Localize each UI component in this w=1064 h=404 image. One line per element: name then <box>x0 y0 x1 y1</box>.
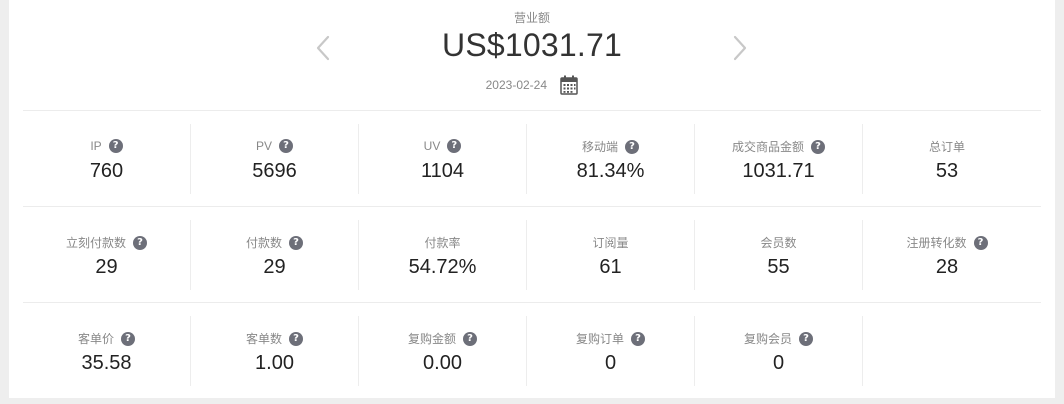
metric-1-4: 移动端? 81.34% <box>527 124 695 194</box>
help-icon[interactable]: ? <box>631 331 645 346</box>
metric-label-row: 移动端? <box>527 138 694 155</box>
metric-1-3: UV? 1104 <box>359 124 527 194</box>
metric-value: 53 <box>935 160 959 182</box>
metric-1-1: IP? 760 <box>23 124 191 194</box>
metric-label: 复购会员 <box>743 332 792 346</box>
metric-label: 成交商品金额 <box>731 140 804 154</box>
metric-value: 1.00 <box>255 352 294 374</box>
help-icon[interactable]: ? <box>811 139 825 154</box>
metric-value: 29 <box>95 256 118 278</box>
metrics-row-3: 客单价? 35.58 客单数? 1.00 复购金额? 0.00 复购订单? 0 复购会员? 0 <box>23 316 1041 386</box>
empty-cell <box>863 316 1031 386</box>
metric-3-5: 复购会员? 0 <box>695 316 863 386</box>
metric-label: 客单数 <box>245 332 282 346</box>
divider <box>23 110 1041 111</box>
metric-label-row: 复购订单? <box>527 330 694 347</box>
metric-label: 付款率 <box>424 236 461 250</box>
metric-2-1: 立刻付款数? 29 <box>23 220 191 290</box>
revenue-label: 营业额 <box>513 11 550 25</box>
metric-label: 移动端 <box>581 140 618 154</box>
metric-value: 28 <box>935 256 959 278</box>
metric-value: 81.34% <box>576 160 645 182</box>
metric-label: 客单价 <box>77 332 114 346</box>
help-icon[interactable]: ? <box>463 331 477 346</box>
help-icon[interactable]: ? <box>799 331 813 346</box>
metric-label-row: 总订单 <box>863 138 1031 155</box>
help-icon[interactable]: ? <box>279 138 293 153</box>
metric-2-3: 付款率 54.72% <box>359 220 527 290</box>
metric-label-row: 付款数? <box>191 234 358 251</box>
metric-label: PV <box>255 138 272 153</box>
metric-value: 0 <box>604 352 617 374</box>
metric-3-1: 客单价? 35.58 <box>23 316 191 386</box>
metric-label-row: 注册转化数? <box>863 234 1031 251</box>
metric-label-row: 订阅量 <box>527 234 694 251</box>
chevron-right-icon[interactable] <box>731 34 749 62</box>
help-icon[interactable]: ? <box>133 235 147 250</box>
help-icon[interactable]: ? <box>625 139 639 154</box>
metric-value: 1104 <box>420 160 464 182</box>
metrics-row-2: 立刻付款数? 29 付款数? 29 付款率 54.72% 订阅量 61 会员数 55 注册转化数? 2… <box>23 220 1041 290</box>
help-icon[interactable]: ? <box>973 235 988 250</box>
metric-1-6: 总订单 53 <box>863 124 1031 194</box>
metric-label: 复购订单 <box>575 332 624 346</box>
calendar-icon[interactable] <box>560 75 579 95</box>
metric-value: 35.58 <box>81 352 132 374</box>
metric-value: 55 <box>767 256 790 278</box>
metric-label: 订阅量 <box>592 236 629 250</box>
metric-label: IP <box>90 138 102 153</box>
metric-3-3: 复购金额? 0.00 <box>359 316 527 386</box>
metric-2-2: 付款数? 29 <box>191 220 359 290</box>
help-icon[interactable]: ? <box>108 138 123 153</box>
selected-date: 2023-02-24 <box>485 78 548 92</box>
metrics-row-1: IP? 760 PV? 5696 UV? 1104 移动端? 81.34% 成交商品金额? 103… <box>23 124 1041 194</box>
metric-3-2: 客单数? 1.00 <box>191 316 359 386</box>
metric-2-6: 注册转化数? 28 <box>863 220 1031 290</box>
metric-label-row: 会员数 <box>695 234 862 251</box>
metric-value: 5696 <box>252 160 297 182</box>
revenue-amount: US$1031.71 <box>442 27 622 63</box>
metric-value: 760 <box>89 160 124 182</box>
metric-label-row: IP? <box>23 138 190 153</box>
metric-label-row: 立刻付款数? <box>23 234 190 251</box>
metric-label-row: 付款率 <box>359 234 526 251</box>
metric-label: 总订单 <box>928 140 965 154</box>
metric-label-row: PV? <box>191 138 358 153</box>
metric-1-5: 成交商品金额? 1031.71 <box>695 124 863 194</box>
stats-card: 营业额 US$1031.71 2023-02-24 IP ? 760 PV ? … <box>9 0 1055 398</box>
metric-3-4: 复购订单? 0 <box>527 316 695 386</box>
metric-label-row: 成交商品金额? <box>695 138 862 155</box>
metric-2-4: 订阅量 61 <box>527 220 695 290</box>
metric-label-row: UV? <box>359 138 526 153</box>
metric-label: UV <box>423 138 441 153</box>
help-icon[interactable]: ? <box>289 235 303 250</box>
divider <box>23 302 1041 303</box>
metric-label-row: 客单价? <box>23 330 190 347</box>
metric-label: 付款数 <box>245 236 282 250</box>
metric-value: 54.72% <box>408 256 477 278</box>
metric-label: 注册转化数 <box>906 236 967 250</box>
metric-value: 29 <box>263 256 286 278</box>
date-row: 2023-02-24 <box>9 75 1055 95</box>
metric-label-row: 复购会员? <box>695 330 862 347</box>
help-icon[interactable]: ? <box>447 138 462 153</box>
metric-label-row: 复购金额? <box>359 330 526 347</box>
metric-value: 61 <box>599 256 622 278</box>
metric-value: 1031.71 <box>742 160 815 182</box>
help-icon[interactable]: ? <box>121 331 135 346</box>
metric-value: 0.00 <box>423 352 462 374</box>
metric-label: 立刻付款数 <box>65 236 126 250</box>
metric-2-5: 会员数 55 <box>695 220 863 290</box>
metric-label: 会员数 <box>760 236 797 250</box>
divider <box>23 206 1041 207</box>
revenue-summary: 营业额 US$1031.71 2023-02-24 <box>9 0 1055 110</box>
help-icon[interactable]: ? <box>289 331 303 346</box>
metric-label: 复购金额 <box>407 332 456 346</box>
metric-label-row: 客单数? <box>191 330 358 347</box>
metric-value: 0 <box>772 352 785 374</box>
metric-1-2: PV? 5696 <box>191 124 359 194</box>
